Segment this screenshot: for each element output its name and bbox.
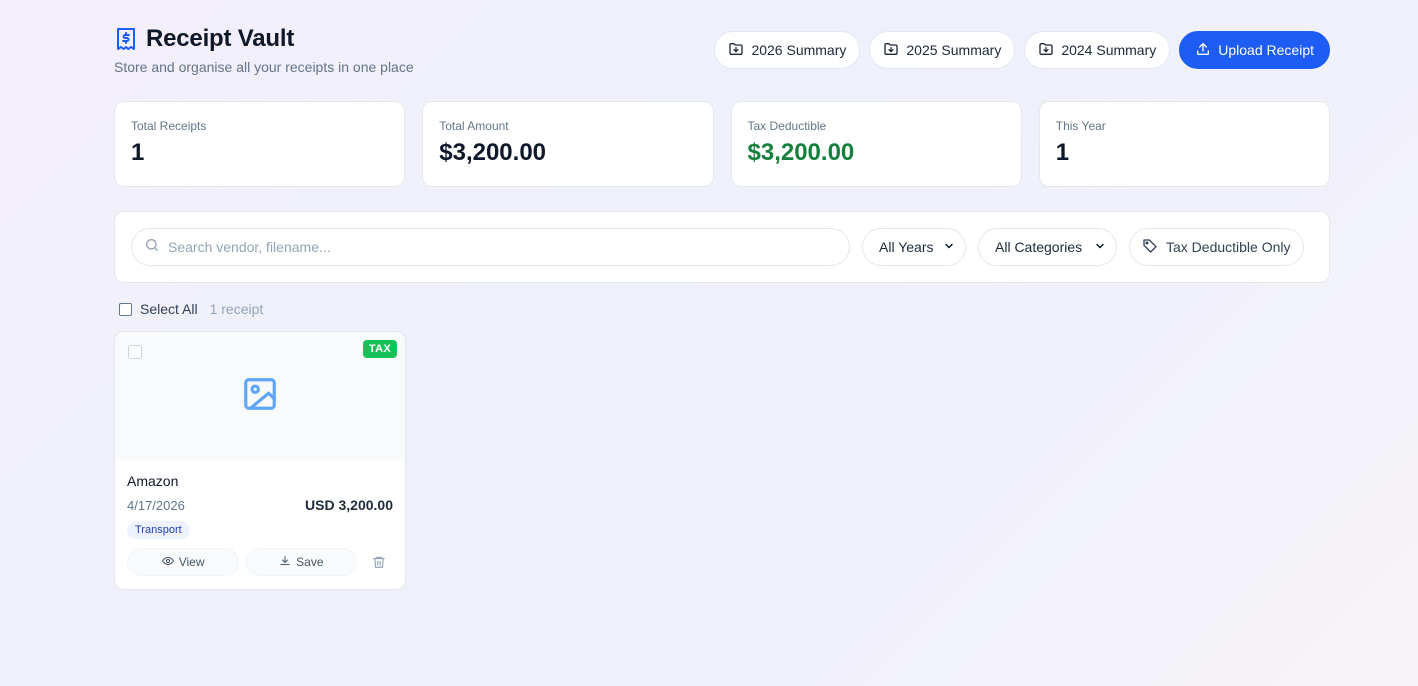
search-icon <box>144 237 160 258</box>
stat-label: This Year <box>1055 119 1106 133</box>
stat-value: $3,200.00 <box>747 139 855 166</box>
stat-label: Total Receipts <box>131 119 207 133</box>
search-box <box>131 228 850 266</box>
summary-2024-label: 2024 Summary <box>1061 42 1157 58</box>
brand: Receipt Vault Store and organise all you… <box>114 24 414 75</box>
stats-row: Total Receipts 1 Total Amount $3,200.00 … <box>114 101 1330 187</box>
stat-value: 1 <box>131 139 145 166</box>
tax-badge: TAX <box>362 340 397 358</box>
filter-bar: All Years All Categories Tax Deductible … <box>114 211 1330 283</box>
select-all-label[interactable]: Select All <box>140 301 198 317</box>
year-select[interactable]: All Years <box>862 228 966 266</box>
image-icon <box>241 375 279 418</box>
stat-total-receipts: Total Receipts 1 <box>114 101 406 187</box>
summary-2026-button[interactable]: 2026 Summary <box>714 31 861 69</box>
stat-total-amount: Total Amount $3,200.00 <box>422 101 714 187</box>
stat-tax-deductible: Tax Deductible $3,200.00 <box>730 101 1022 187</box>
tag-icon <box>1142 238 1158 257</box>
page-header: Receipt Vault Store and organise all you… <box>114 24 1330 75</box>
summary-2024-button[interactable]: 2024 Summary <box>1024 31 1171 69</box>
download-icon <box>279 555 291 570</box>
receipt-meta: 4/17/2026 USD 3,200.00 <box>127 497 393 513</box>
view-button[interactable]: View <box>127 548 240 576</box>
category-select-value: All Categories <box>995 239 1083 255</box>
search-input[interactable] <box>168 239 837 255</box>
save-button[interactable]: Save <box>245 548 358 576</box>
upload-icon <box>1195 41 1211 60</box>
stat-label: Total Amount <box>439 119 509 133</box>
receipt-date: 4/17/2026 <box>127 497 185 513</box>
receipt-checkbox[interactable] <box>128 345 142 359</box>
tax-deductible-toggle[interactable]: Tax Deductible Only <box>1129 228 1304 266</box>
selection-bar: Select All 1 receipt <box>119 300 263 318</box>
year-select-value: All Years <box>879 239 934 255</box>
folder-download-icon <box>728 41 744 60</box>
chevron-down-icon <box>1094 239 1106 255</box>
receipt-dollar-icon <box>114 27 138 51</box>
receipt-count: 1 receipt <box>209 301 264 317</box>
category-select[interactable]: All Categories <box>978 228 1117 266</box>
trash-icon[interactable] <box>365 548 393 576</box>
receipt-details: Amazon 4/17/2026 USD 3,200.00 Transport … <box>115 460 405 576</box>
eye-icon <box>161 555 174 570</box>
receipt-thumbnail[interactable]: TAX <box>115 332 405 460</box>
stat-label: Tax Deductible <box>747 119 827 133</box>
folder-download-icon <box>1038 41 1054 60</box>
category-badge: Transport <box>127 521 190 539</box>
chevron-down-icon <box>943 239 955 255</box>
receipt-vendor: Amazon <box>127 473 179 489</box>
select-all-checkbox[interactable] <box>119 302 132 316</box>
receipt-amount: USD 3,200.00 <box>305 497 393 513</box>
upload-receipt-label: Upload Receipt <box>1218 42 1314 58</box>
receipt-card[interactable]: TAX Amazon 4/17/2026 USD 3,200.00 Transp… <box>114 331 406 590</box>
header-actions: 2026 Summary 2025 Summary 2024 Summary U… <box>714 31 1330 69</box>
save-label: Save <box>296 555 324 569</box>
stat-value: 1 <box>1055 139 1070 166</box>
view-label: View <box>178 555 205 569</box>
folder-download-icon <box>883 41 899 60</box>
stat-this-year: This Year 1 <box>1038 101 1330 187</box>
summary-2026-label: 2026 Summary <box>751 42 847 58</box>
receipt-actions: View Save <box>127 548 393 576</box>
summary-2025-button[interactable]: 2025 Summary <box>869 31 1016 69</box>
summary-2025-label: 2025 Summary <box>906 42 1002 58</box>
stat-value: $3,200.00 <box>439 139 547 166</box>
page-title: Receipt Vault <box>146 25 295 52</box>
upload-receipt-button[interactable]: Upload Receipt <box>1179 31 1330 69</box>
page-subtitle: Store and organise all your receipts in … <box>114 59 414 75</box>
tax-deductible-label: Tax Deductible Only <box>1166 239 1291 255</box>
